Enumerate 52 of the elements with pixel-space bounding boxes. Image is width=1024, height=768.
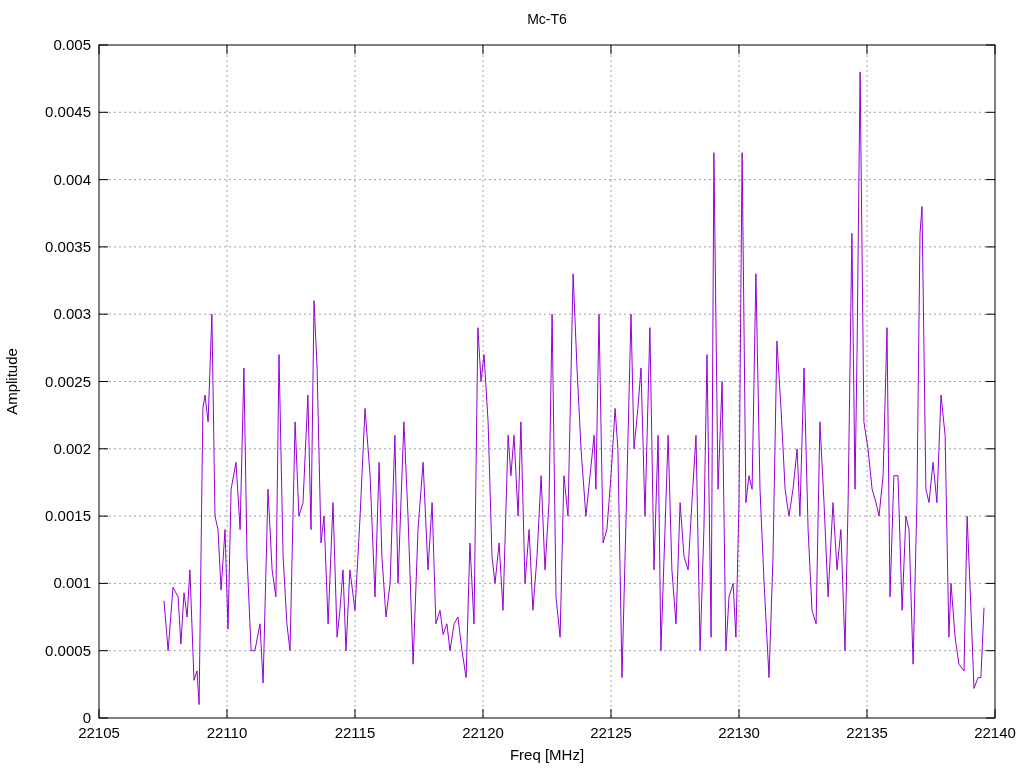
y-tick-label: 0.005 [53,36,91,53]
x-tick-label: 22120 [462,724,504,741]
y-tick-label: 0.0015 [45,507,91,525]
y-axis-title: Amplitude [3,348,20,415]
tick-mark [738,708,740,719]
tick-mark [354,44,356,55]
x-axis-title: Freq [MHz] [509,746,585,763]
tick-mark [866,44,868,55]
tick-mark [738,44,740,55]
y-tick-label: 0.002 [53,439,91,457]
tick-mark [98,111,109,113]
tick-mark [985,650,996,652]
tick-mark [482,708,484,719]
tick-mark [226,44,228,55]
tick-mark [482,44,484,55]
tick-mark [985,179,996,181]
tick-mark [354,708,356,719]
x-tick-label: 22125 [590,724,632,741]
y-tick-label: 0.0045 [45,103,91,121]
chart-title: Mc-T6 [527,11,567,27]
y-tick-label: 0.003 [53,305,91,323]
y-tick-label: 0 [82,709,91,726]
y-tick-label: 0.004 [53,170,91,188]
tick-mark [98,582,109,584]
tick-mark [226,708,228,719]
tick-mark [985,515,996,517]
x-tick-label: 22135 [846,724,888,741]
tick-mark [985,381,996,382]
y-tick-label: 0.0025 [45,372,91,390]
tick-mark [610,708,612,719]
tick-mark [610,44,612,55]
x-tick-label: 22110 [206,724,248,741]
tick-mark [98,448,109,450]
tick-mark [985,448,996,450]
tick-mark [985,582,996,584]
tick-mark [866,708,868,719]
y-tick-label: 0.001 [53,574,91,592]
x-tick-label: 22115 [334,724,376,741]
tick-mark [98,179,109,181]
y-tick-label: 0.0005 [45,641,91,659]
tick-mark [985,246,996,248]
tick-mark [985,313,996,315]
tick-mark [98,650,109,652]
tick-mark [985,111,996,113]
x-tick-label: 22130 [718,724,760,741]
tick-mark [98,246,109,248]
y-tick-label: 0.0035 [45,237,91,255]
x-tick-label: 22140 [974,724,1016,741]
x-tick-label: 22105 [78,724,120,741]
tick-mark [98,313,109,315]
tick-mark [98,381,109,382]
tick-mark [98,515,109,517]
